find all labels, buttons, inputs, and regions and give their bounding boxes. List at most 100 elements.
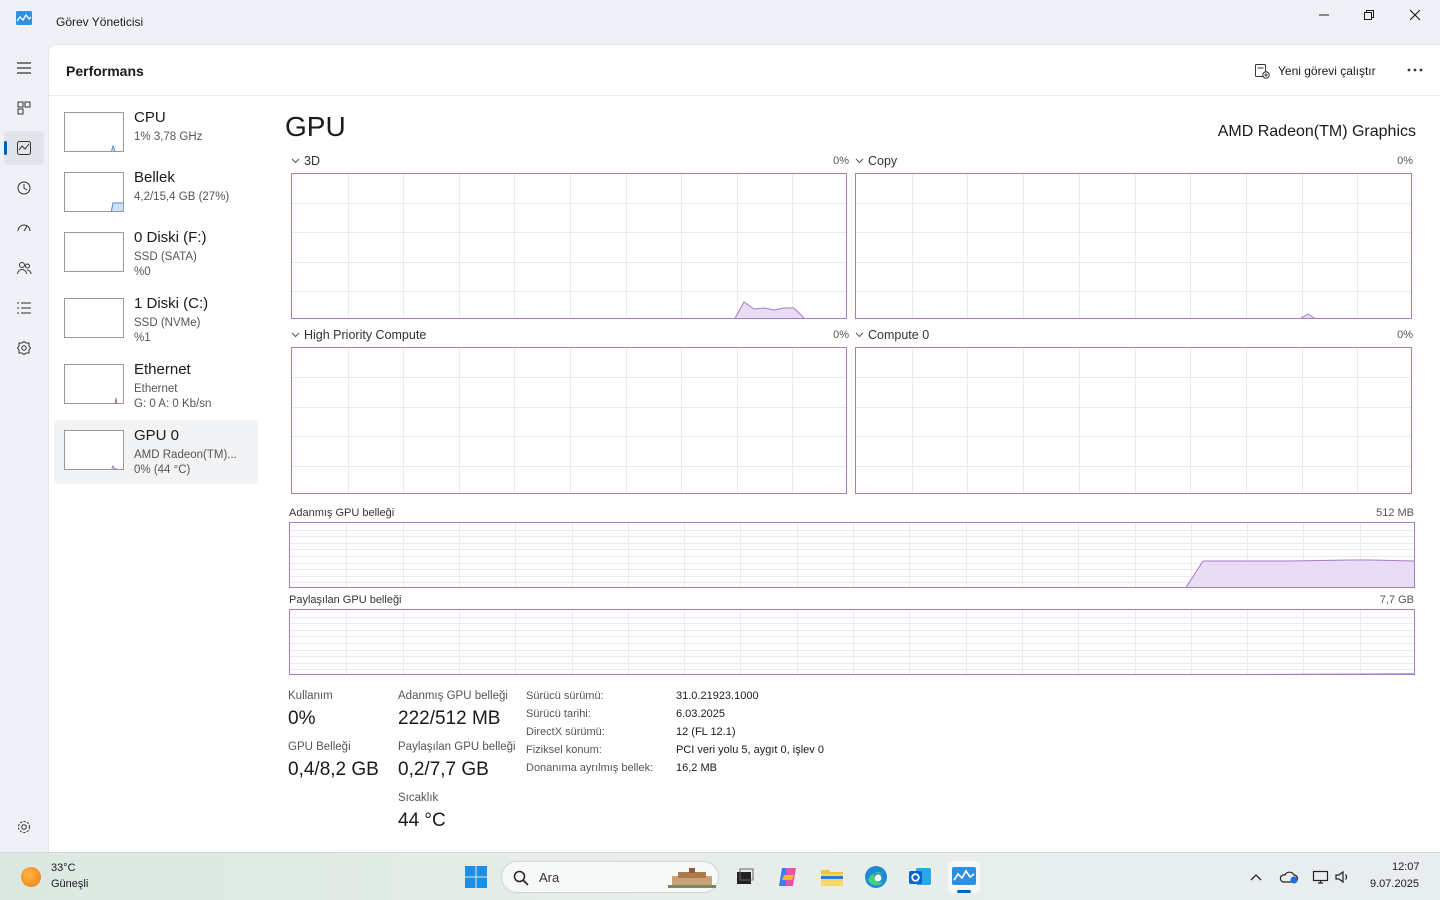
details-icon [17,302,31,314]
cloud-icon [1279,871,1299,884]
disk-0-thumbnail [64,232,124,272]
nav-users[interactable] [4,251,44,285]
device-usage: 0% (44 °C) [134,464,191,476]
taskbar-outlook[interactable] [904,861,936,893]
engine-selector-compute-0[interactable]: Compute 0 [855,328,929,342]
device-memory[interactable]: Bellek 4,2/15,4 GB (27%) [54,162,258,226]
nav-performance[interactable] [4,131,44,165]
dedicated-memory-label: Adanmış GPU belleği [289,507,395,519]
gpu-memory-value: 0,4/8,2 GB [288,759,379,780]
dedicated-memory-max: 512 MB [1376,507,1414,519]
hardware-reserved-key: Donanıma ayrılmış bellek: [526,762,654,774]
device-cpu[interactable]: CPU 1% 3,78 GHz [54,102,258,166]
engine-selector-3d[interactable]: 3D [291,154,320,168]
device-usage: G: 0 A: 0 Kb/sn [134,398,212,410]
driver-date-value: 6.03.2025 [676,708,725,720]
taskbar-task-view[interactable] [728,861,760,893]
taskbar-task-manager[interactable] [948,861,980,893]
nav-processes[interactable] [4,91,44,125]
volume-tray-button[interactable] [1328,861,1358,893]
graph-copy [855,173,1412,319]
hamburger-menu-button[interactable] [4,51,44,85]
history-icon [17,181,31,195]
active-app-indicator [957,890,971,893]
directx-version-key: DirectX sürümü: [526,726,605,738]
device-gpu-0[interactable]: GPU 0 AMD Radeon(TM)... 0% (44 °C) [54,420,258,484]
windows-logo-icon [465,866,487,888]
processes-icon [17,101,31,115]
restore-button[interactable] [1346,0,1392,30]
search-icon [513,870,529,886]
close-button[interactable] [1392,0,1438,30]
chevron-down-icon [291,332,300,338]
engine-label: High Priority Compute [304,328,427,342]
engine-value: 0% [833,329,849,341]
temperature-label: Sıcaklık [398,792,439,804]
nav-settings[interactable] [4,810,44,844]
copilot-icon [779,868,796,886]
task-manager-icon [16,11,32,25]
graph-3d [291,173,847,319]
startup-icon [17,224,31,232]
gpu-heading: GPU [285,111,346,142]
physical-location-key: Fiziksel konum: [526,744,602,756]
edge-browser-icon [865,866,887,888]
taskbar-copilot[interactable] [772,861,804,893]
users-icon [17,262,32,275]
sun-icon [21,867,41,887]
task-view-icon [737,868,754,884]
nav-startup-apps[interactable] [4,211,44,245]
restore-icon [1364,10,1374,20]
clock-time: 12:07 [1392,861,1420,873]
taskbar-search-box[interactable]: Ara [501,861,719,893]
taskbar-file-explorer[interactable] [816,861,848,893]
engine-selector-copy[interactable]: Copy [855,154,897,168]
dedicated-stat-label: Adanmış GPU belleği [398,690,508,702]
physical-location-value: PCI veri yolu 5, aygıt 0, işlev 0 [676,744,824,756]
device-ethernet[interactable]: Ethernet Ethernet G: 0 A: 0 Kb/sn [54,354,258,418]
disk-1-thumbnail [64,298,124,338]
nav-app-history[interactable] [4,171,44,205]
more-options-button[interactable] [1401,57,1429,83]
device-type: Ethernet [134,383,178,395]
device-detail: 4,2/15,4 GB (27%) [134,191,230,203]
engine-label: Copy [868,154,898,168]
usage-label: Kullanım [288,690,333,702]
driver-version-value: 31.0.21923.1000 [676,690,759,702]
onedrive-tray-button[interactable] [1274,861,1304,893]
run-task-label: Yeni görevi çalıştır [1278,64,1376,78]
engine-value: 0% [833,155,849,167]
page-header: Performans Yeni görevi çalıştır [49,45,1440,96]
device-disk-0[interactable]: 0 Diski (F:) SSD (SATA) %0 [54,222,258,286]
graph-high-priority-compute [291,347,847,494]
settings-gear-icon [18,821,30,833]
clock-date: 9.07.2025 [1370,878,1419,890]
device-disk-1[interactable]: 1 Diski (C:) SSD (NVMe) %1 [54,288,258,352]
device-type: SSD (NVMe) [134,317,201,329]
nav-services[interactable] [4,331,44,365]
minimize-icon [1319,14,1329,16]
window-title: Görev Yöneticisi [56,15,144,29]
taskbar-edge[interactable] [860,861,892,893]
search-highlight-image [668,868,716,888]
start-button[interactable] [460,861,492,893]
engine-selector-high-priority-compute[interactable]: High Priority Compute [291,328,426,342]
device-title: 0 Diski (F:) [134,229,207,246]
hardware-reserved-value: 16,2 MB [676,762,717,774]
nav-details[interactable] [4,291,44,325]
minimize-button[interactable] [1301,0,1347,30]
gpu-thumbnail [64,430,124,470]
chevron-up-icon [1250,874,1262,881]
run-new-task-button[interactable]: Yeni görevi çalıştır [1254,61,1376,81]
gpu-model-name: AMD Radeon(TM) Graphics [1217,123,1416,140]
shared-stat-value: 0,2/7,7 GB [398,759,489,780]
engine-value: 0% [1397,155,1413,167]
driver-version-key: Sürücü sürümü: [526,690,604,702]
show-hidden-icons-button[interactable] [1241,861,1271,893]
device-title: Ethernet [134,361,191,378]
device-title: 1 Diski (C:) [134,295,209,312]
chevron-down-icon [855,332,864,338]
device-title: CPU [134,109,166,126]
performance-icon [17,141,31,155]
dedicated-stat-value: 222/512 MB [398,708,501,729]
